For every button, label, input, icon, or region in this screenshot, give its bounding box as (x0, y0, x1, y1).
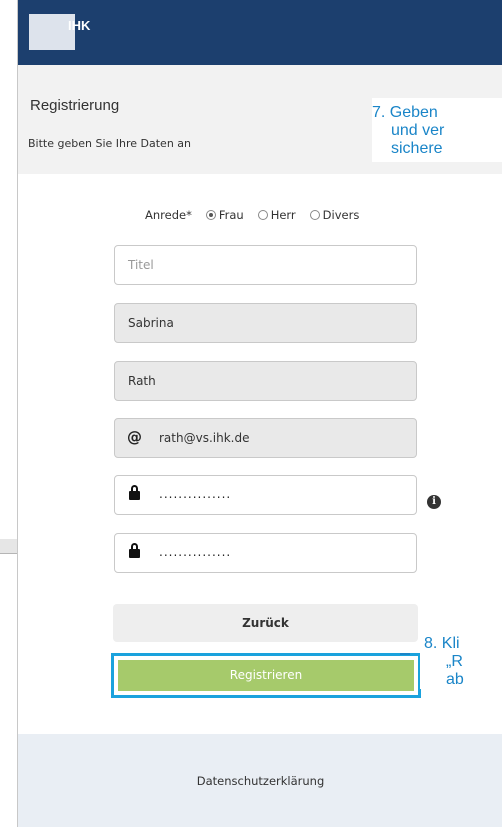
register-button[interactable]: Registrieren (118, 660, 414, 691)
logo-text: IHK (68, 18, 91, 33)
lastname-value: Rath (128, 374, 156, 388)
password-value: ............... (159, 487, 232, 501)
radio-option-herr[interactable]: Herr (250, 208, 296, 222)
password-input[interactable]: ............... (114, 475, 417, 515)
title-input[interactable]: Titel (114, 245, 417, 285)
firstname-input[interactable]: Sabrina (114, 303, 417, 343)
callout-step-7: 7. Geben und ver sichere (372, 98, 502, 162)
email-value: rath@vs.ihk.de (159, 431, 250, 445)
radio-frau-icon[interactable] (205, 210, 216, 220)
background-window-edge (0, 539, 17, 554)
anrede-group: Anrede* Frau Herr Divers (145, 208, 359, 222)
lock-icon (129, 543, 140, 558)
email-input[interactable]: @ rath@vs.ihk.de (114, 418, 417, 458)
privacy-link[interactable]: Datenschutzerklärung (18, 774, 502, 788)
anrede-label: Anrede* (145, 208, 192, 222)
password-confirm-input[interactable]: ............... (114, 533, 417, 573)
app-header: IHK (18, 0, 502, 65)
info-icon[interactable]: i (427, 495, 441, 509)
lastname-input[interactable]: Rath (114, 361, 417, 401)
firstname-value: Sabrina (128, 316, 174, 330)
page-title: Registrierung (30, 97, 120, 114)
callout-step-8: 8. Kli „R ab (420, 629, 502, 689)
at-sign-icon: @ (127, 428, 142, 446)
radio-herr-icon[interactable] (257, 210, 268, 220)
lock-icon (129, 485, 140, 500)
title-placeholder: Titel (128, 258, 154, 272)
radio-option-frau[interactable]: Frau (198, 208, 244, 222)
page-subtitle: Bitte geben Sie Ihre Daten an (28, 137, 191, 150)
register-highlight: Registrieren (111, 653, 421, 698)
radio-option-divers[interactable]: Divers (302, 208, 359, 222)
password-confirm-value: ............... (159, 545, 232, 559)
radio-divers-icon[interactable] (309, 210, 320, 220)
callout-step-8-leader (400, 653, 410, 655)
page-footer: Datenschutzerklärung (18, 734, 502, 827)
back-button[interactable]: Zurück (113, 604, 418, 642)
